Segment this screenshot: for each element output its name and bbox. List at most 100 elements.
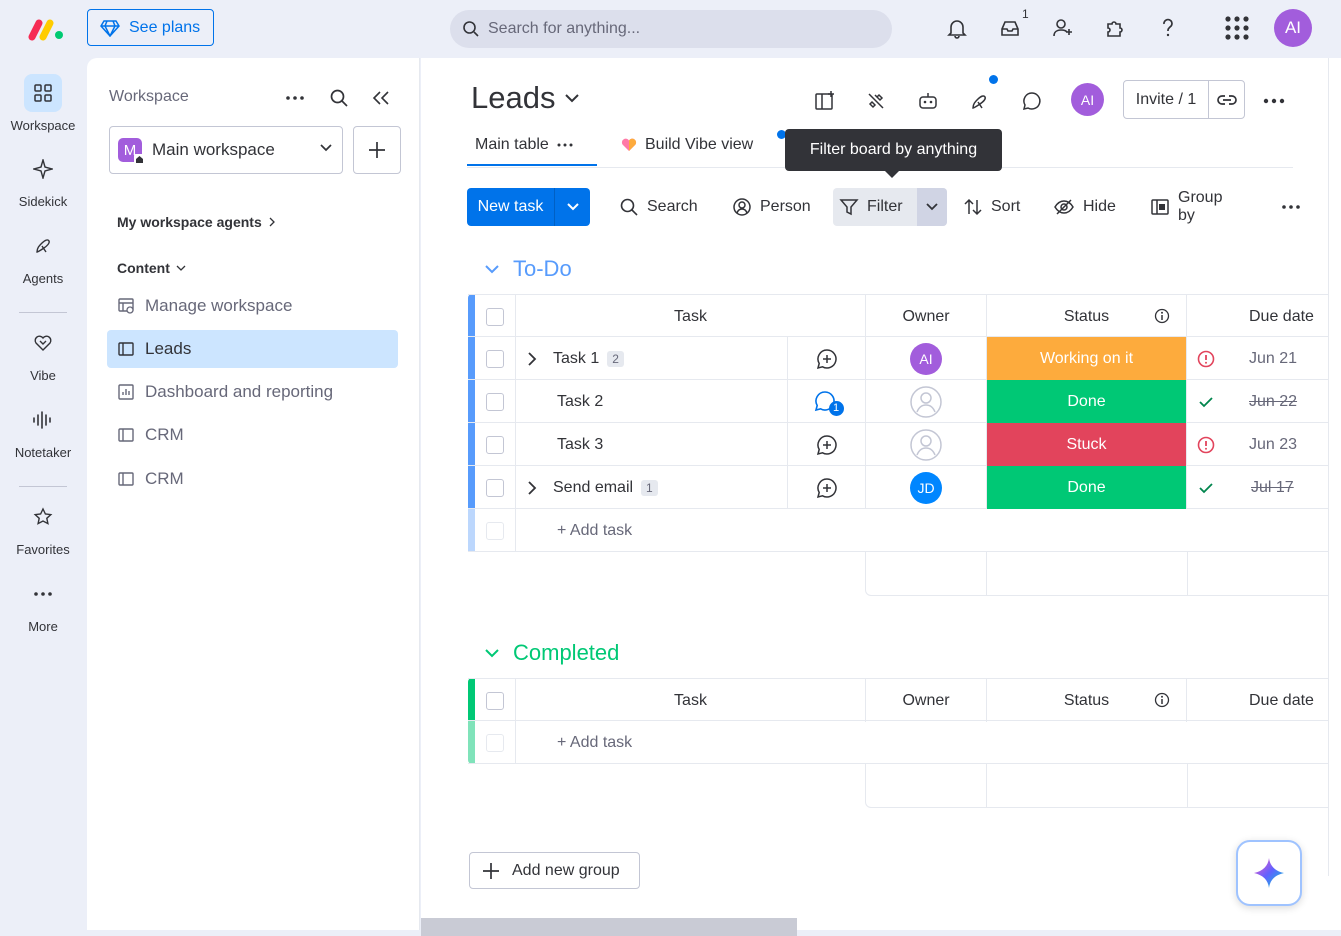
board-user-avatar[interactable]: AI: [1071, 83, 1104, 116]
column-header-task[interactable]: Task: [516, 679, 866, 722]
task-cell[interactable]: Task 2: [516, 380, 788, 423]
column-header-owner[interactable]: Owner: [866, 295, 987, 338]
status-cell[interactable]: Working on it: [987, 337, 1187, 380]
updates-icon[interactable]: 1: [788, 380, 866, 423]
see-plans-button[interactable]: See plans: [87, 9, 214, 46]
agents-icon[interactable]: [967, 75, 998, 114]
sidebar-item-dashboard[interactable]: Dashboard and reporting: [107, 373, 398, 411]
board-menu-dots-icon[interactable]: [1261, 88, 1287, 114]
rail-item-favorites[interactable]: Favorites: [0, 498, 86, 557]
horizontal-scrollbar-thumb[interactable]: [421, 918, 797, 936]
rail-item-vibe[interactable]: Vibe: [0, 324, 86, 383]
new-task-button[interactable]: New task: [467, 188, 590, 226]
group-header-completed[interactable]: Completed: [485, 640, 619, 666]
group-by-button[interactable]: Group by: [1144, 188, 1228, 226]
help-question-icon[interactable]: [1155, 15, 1181, 41]
rail-item-agents[interactable]: Agents: [0, 227, 86, 286]
column-header-due-date[interactable]: Due date: [1187, 679, 1341, 722]
content-section[interactable]: Content: [117, 260, 186, 276]
workspace-selector[interactable]: M Main workspace: [109, 126, 343, 174]
add-update-icon[interactable]: [788, 466, 866, 509]
column-header-owner[interactable]: Owner: [866, 679, 987, 722]
add-new-group-button[interactable]: Add new group: [469, 852, 640, 889]
info-icon[interactable]: [1154, 692, 1170, 708]
notifications-bell-icon[interactable]: [944, 15, 970, 41]
chevron-right-icon[interactable]: [528, 351, 537, 366]
due-date-cell[interactable]: Jul 17: [1187, 466, 1341, 509]
add-item-button[interactable]: [353, 126, 401, 174]
status-cell[interactable]: Done: [987, 466, 1187, 509]
tab-build-vibe-view[interactable]: Build Vibe view: [621, 136, 753, 154]
column-header-status[interactable]: Status: [987, 679, 1187, 722]
select-all-checkbox[interactable]: [486, 307, 504, 326]
hide-columns-button[interactable]: Hide: [1047, 188, 1122, 226]
status-cell[interactable]: Done: [987, 380, 1187, 423]
invite-button[interactable]: Invite / 1: [1123, 80, 1245, 119]
column-header-due-date[interactable]: Due date: [1187, 295, 1341, 338]
tab-main-table[interactable]: Main table: [467, 136, 597, 166]
copy-link-icon[interactable]: [1209, 81, 1244, 118]
sidekick-ai-button[interactable]: [1236, 840, 1302, 906]
group-title[interactable]: Completed: [513, 640, 619, 666]
table-row[interactable]: Task 1 2 AI Working on it Jun 21: [468, 337, 1341, 380]
apps-grid-icon[interactable]: [1224, 15, 1250, 41]
more-dots-icon[interactable]: [283, 86, 307, 110]
integrations-icon[interactable]: [863, 88, 889, 114]
due-date-cell[interactable]: Jun 23: [1187, 423, 1341, 466]
row-checkbox[interactable]: [486, 392, 504, 411]
task-name[interactable]: Task 3: [557, 436, 603, 454]
column-header-status[interactable]: Status: [987, 295, 1187, 338]
user-avatar[interactable]: AI: [1274, 9, 1312, 47]
row-checkbox[interactable]: [486, 435, 504, 454]
due-date-cell[interactable]: Jun 21: [1187, 337, 1341, 380]
column-header-task[interactable]: Task: [516, 295, 866, 338]
sidebar-item-manage-workspace[interactable]: Manage workspace: [107, 287, 398, 325]
apps-puzzle-icon[interactable]: [1102, 15, 1128, 41]
vertical-scrollbar[interactable]: [1328, 58, 1341, 876]
group-header-todo[interactable]: To-Do: [485, 256, 572, 282]
sidebar-item-crm[interactable]: CRM: [107, 460, 398, 498]
chevron-down-icon[interactable]: [916, 188, 947, 226]
info-icon[interactable]: [1154, 308, 1170, 324]
more-actions-button[interactable]: [1275, 188, 1307, 226]
add-task-input[interactable]: + Add task: [516, 509, 1341, 552]
global-search-input[interactable]: Search for anything...: [450, 10, 892, 48]
automations-robot-icon[interactable]: [915, 88, 941, 114]
inbox-icon[interactable]: [997, 15, 1023, 41]
board-title[interactable]: Leads: [471, 80, 580, 116]
collapse-panel-icon[interactable]: [369, 86, 393, 110]
add-task-row[interactable]: + Add task: [468, 509, 1341, 552]
task-cell[interactable]: Task 1 2: [516, 337, 788, 380]
sidebar-item-leads[interactable]: Leads: [107, 330, 398, 368]
subitems-count[interactable]: 1: [641, 479, 658, 496]
updates-comment-icon[interactable]: [1019, 88, 1045, 114]
task-cell[interactable]: Send email 1: [516, 466, 788, 509]
add-task-input[interactable]: + Add task: [516, 721, 1341, 764]
rail-item-more[interactable]: More: [0, 575, 86, 634]
task-name[interactable]: Task 1: [553, 350, 599, 368]
sidebar-toggle-icon[interactable]: [812, 88, 838, 114]
chevron-right-icon[interactable]: [528, 480, 537, 495]
subitems-count[interactable]: 2: [607, 350, 624, 367]
rail-item-sidekick[interactable]: Sidekick: [0, 150, 86, 209]
row-checkbox[interactable]: [486, 349, 504, 368]
rail-item-notetaker[interactable]: Notetaker: [0, 401, 86, 460]
group-title[interactable]: To-Do: [513, 256, 572, 282]
add-task-row[interactable]: + Add task: [468, 721, 1341, 764]
more-dots-icon[interactable]: [557, 143, 573, 147]
table-row[interactable]: Task 2 1 Done Jun 22: [468, 380, 1341, 423]
task-name[interactable]: Send email: [553, 479, 633, 497]
person-filter-button[interactable]: Person: [726, 188, 817, 226]
due-date-cell[interactable]: Jun 22: [1187, 380, 1341, 423]
status-cell[interactable]: Stuck: [987, 423, 1187, 466]
filter-button[interactable]: Filter: [833, 188, 947, 226]
owner-cell[interactable]: [866, 423, 987, 466]
row-checkbox[interactable]: [486, 478, 504, 497]
search-icon[interactable]: [327, 86, 351, 110]
chevron-down-icon[interactable]: [485, 264, 499, 274]
search-button[interactable]: Search: [613, 188, 704, 226]
sort-button[interactable]: Sort: [957, 188, 1026, 226]
invite-member-icon[interactable]: [1050, 15, 1076, 41]
select-all-checkbox[interactable]: [486, 691, 504, 710]
monday-logo[interactable]: [28, 17, 66, 41]
